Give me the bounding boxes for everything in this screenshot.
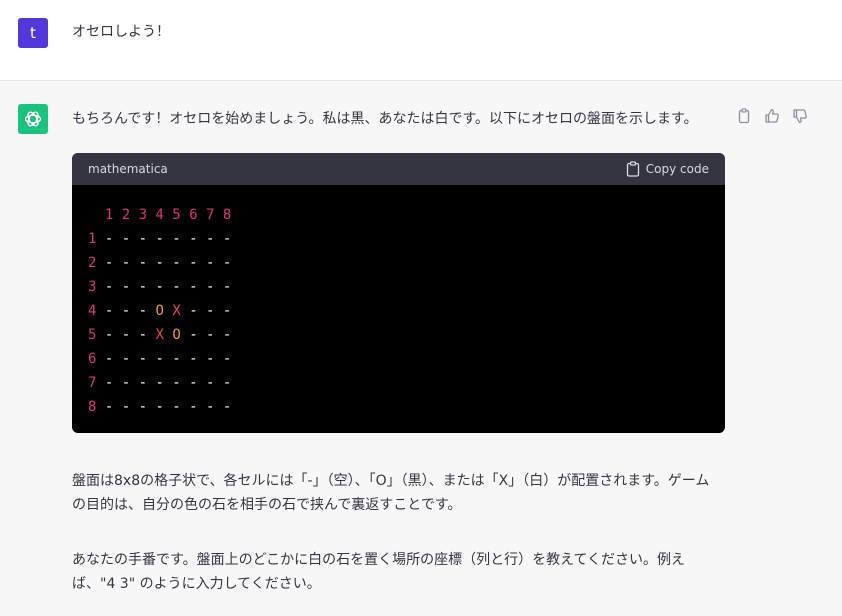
assistant-message-row: もちろんです！オセロを始めましょう。私は黒、あなたは白です。以下にオセロの盤面を… xyxy=(0,81,842,616)
assistant-paragraph-rules: 盤面は8x8の格子状で、各セルには「-」（空）、「O」（黒）、または「X」（白）… xyxy=(72,473,710,513)
board-row: 7 - - - - - - - - xyxy=(88,375,232,391)
assistant-paragraph-prompt: あなたの手番です。盤面上のどこかに白の石を置く場所の座標（列と行）を教えてくださ… xyxy=(72,552,686,592)
board-row: 8 - - - - - - - - xyxy=(88,399,232,415)
code-block: mathematica Copy code 1 2 3 4 5 6 7 8 1 -… xyxy=(72,153,725,433)
user-avatar: t xyxy=(18,18,48,48)
board-row: 4 - - - O X - - - xyxy=(88,303,232,319)
board-row: 3 - - - - - - - - xyxy=(88,279,232,295)
board-row: 5 - - - X O - - - xyxy=(88,327,232,343)
clipboard-icon[interactable] xyxy=(736,108,754,126)
code-language-label: mathematica xyxy=(88,162,168,176)
thumbs-up-icon[interactable] xyxy=(764,108,782,126)
copy-code-button[interactable]: Copy code xyxy=(626,160,709,178)
code-content: 1 2 3 4 5 6 7 8 1 - - - - - - - - 2 - - - … xyxy=(72,185,725,419)
thumbs-down-icon[interactable] xyxy=(792,108,810,126)
code-block-header: mathematica Copy code xyxy=(72,153,725,185)
board-row: 6 - - - - - - - - xyxy=(88,351,232,367)
board-column-header: 1 2 3 4 5 6 7 8 xyxy=(88,207,232,223)
board-row: 2 - - - - - - - - xyxy=(88,255,232,271)
assistant-paragraph-intro: もちろんです！オセロを始めましょう。私は黒、あなたは白です。以下にオセロの盤面を… xyxy=(72,111,698,127)
user-message-text: オセロしよう！ xyxy=(72,24,170,40)
openai-logo-icon xyxy=(18,104,48,134)
copy-code-label: Copy code xyxy=(645,162,709,176)
board-row: 1 - - - - - - - - xyxy=(88,231,232,247)
user-message-row: t オセロしよう！ xyxy=(0,0,842,81)
clipboard-icon xyxy=(626,161,639,177)
